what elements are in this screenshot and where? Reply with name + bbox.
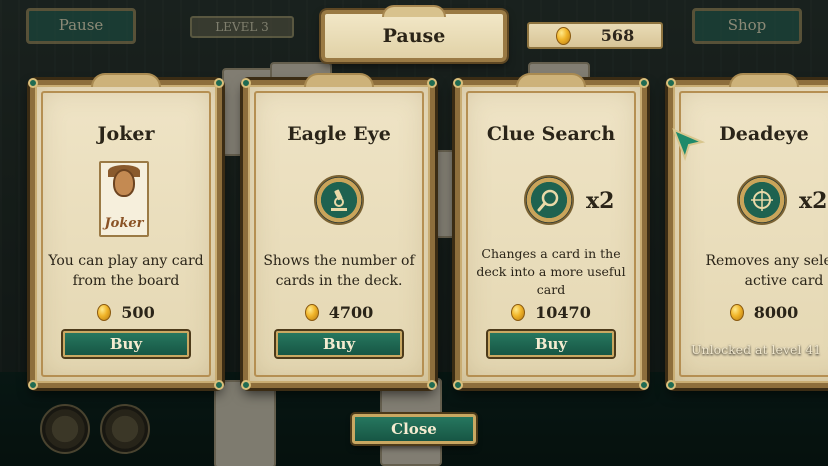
corner-gem-icon [427,380,437,390]
corner-gem-icon [241,380,251,390]
crosshair-icon [737,175,787,225]
powerup-card-deadeye: Deadeye x2 Removes any selected active c… [666,73,828,390]
corner-gem-icon [639,380,649,390]
ornament-icon [91,73,161,87]
card-title: Joker [97,123,155,145]
card-description: Changes a card in the deck into a more u… [476,246,626,297]
card-description: Removes any selected active card [705,253,828,289]
corner-gem-icon [214,380,224,390]
coin-icon [304,304,319,321]
coin-icon [555,26,571,45]
close-button[interactable]: Close [352,414,476,444]
corner-gem-icon [241,78,251,88]
unlock-requirement: Unlocked at level 41 [691,342,822,357]
card-price: 8000 [673,303,828,322]
powerup-card-eagle-eye: Eagle Eye Shows the number of cards in t… [241,73,437,390]
pause-title-plate: Pause [321,5,507,62]
corner-gem-icon [427,78,437,88]
microscope-icon [314,175,364,225]
card-price-value: 4700 [328,303,374,322]
corner-gem-icon [214,78,224,88]
shop-button[interactable]: Shop [692,8,802,44]
corner-gem-icon [639,78,649,88]
coin-icon [97,304,112,321]
level-indicator: LEVEL 3 [190,16,294,38]
pointer-cursor-icon [672,128,706,166]
joker-card-icon: Joker [99,161,149,237]
card-price-value: 8000 [753,303,799,322]
card-price-value: 500 [121,303,155,322]
buy-eagle-eye-button[interactable]: Buy [276,331,402,357]
card-description: Shows the number of cards in the deck. [263,253,415,289]
card-price: 500 [35,303,217,322]
corner-gem-icon [453,78,463,88]
ornament-icon [729,73,799,87]
pause-button[interactable]: Pause [26,8,136,44]
ornament-icon [516,73,586,87]
coin-icon [729,304,744,321]
corner-gem-icon [453,380,463,390]
joker-art-label: Joker [104,216,144,231]
powerup-card-clue-search: Clue Search x2 Changes a card in the dec… [453,73,649,390]
ornament-icon [304,73,374,87]
powerup-card-joker: Joker Joker You can play any card from t… [28,73,224,390]
multiplier-label: x2 [799,188,828,214]
coin-balance: 568 [527,22,663,49]
card-price-value: 10470 [535,303,591,322]
card-price: 10470 [460,303,642,322]
multiplier-label: x2 [586,188,615,214]
corner-gem-icon [666,78,676,88]
corner-gem-icon [28,78,38,88]
card-title: Eagle Eye [287,123,391,145]
page-title: Pause [382,25,446,47]
buy-clue-search-button[interactable]: Buy [488,331,614,357]
buy-joker-button[interactable]: Buy [63,331,189,357]
card-title: Clue Search [486,123,616,145]
card-description: You can play any card from the board [48,253,204,289]
coin-balance-value: 568 [600,26,635,45]
corner-gem-icon [28,380,38,390]
magnifier-icon [524,175,574,225]
coin-icon [511,304,526,321]
ornament-icon [382,5,446,17]
corner-gem-icon [666,380,676,390]
joker-face-icon [113,169,135,197]
card-price: 4700 [248,303,430,322]
